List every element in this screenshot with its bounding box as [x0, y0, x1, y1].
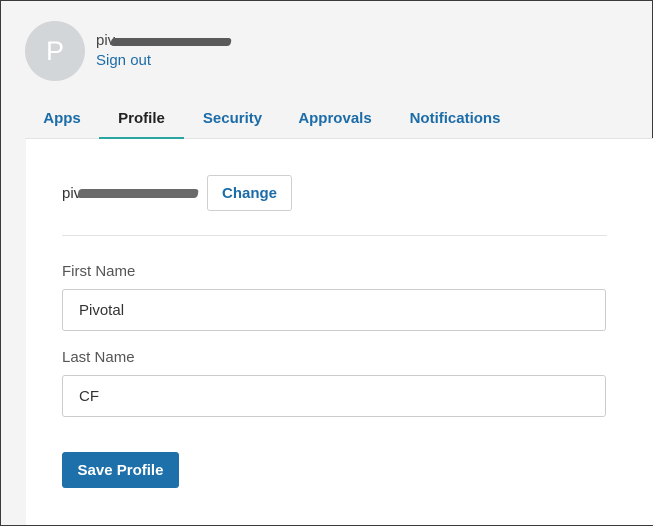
last-name-field[interactable] — [62, 375, 606, 417]
sign-out-link[interactable]: Sign out — [96, 52, 151, 70]
divider — [62, 235, 607, 236]
redaction-mark — [110, 38, 232, 46]
tab-apps[interactable]: Apps — [33, 102, 91, 139]
tab-security[interactable]: Security — [195, 102, 270, 139]
save-profile-button[interactable]: Save Profile — [62, 452, 179, 488]
first-name-label: First Name — [62, 263, 136, 280]
last-name-label: Last Name — [62, 349, 135, 366]
change-email-button[interactable]: Change — [207, 175, 292, 211]
profile-panel: piv Change First Name Last Name Save Pro… — [26, 139, 653, 525]
redaction-mark — [77, 189, 199, 198]
tab-bar: Apps Profile Security Approvals Notifica… — [25, 102, 653, 139]
tab-approvals[interactable]: Approvals — [293, 102, 377, 139]
account-page: P piv Sign out Apps Profile Security App… — [0, 0, 653, 526]
tab-profile[interactable]: Profile — [99, 102, 184, 139]
avatar: P — [25, 21, 85, 81]
first-name-field[interactable] — [62, 289, 606, 331]
tab-notifications[interactable]: Notifications — [403, 102, 507, 139]
